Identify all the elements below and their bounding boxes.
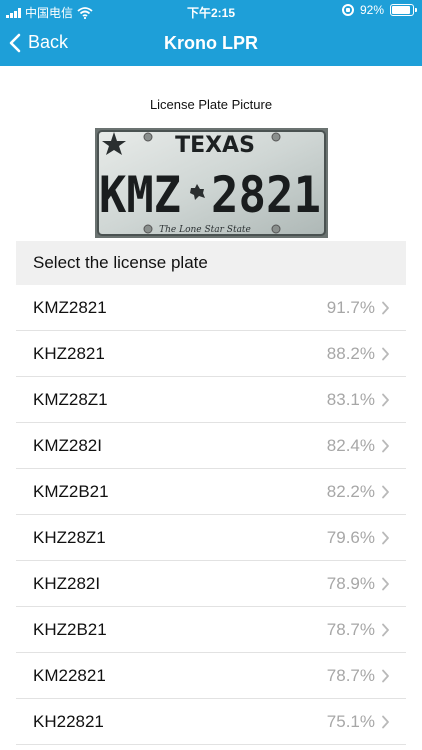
confidence-value: 78.7% — [326, 665, 375, 685]
confidence-value: 88.2% — [326, 343, 375, 363]
list-item[interactable]: KMZ2B21 82.2% — [16, 469, 406, 515]
plate-candidate: KMZ2821 — [33, 297, 107, 317]
plate-candidate: KH22821 — [33, 711, 104, 731]
battery-percent: 92% — [359, 3, 384, 17]
list-rows: KMZ2821 91.7% KHZ2821 88.2% KMZ28Z1 83.1… — [16, 285, 406, 745]
confidence-value: 82.4% — [326, 435, 375, 455]
chevron-right-icon — [382, 577, 389, 590]
chevron-right-icon — [382, 439, 389, 452]
chevron-right-icon — [382, 623, 389, 636]
list-item[interactable]: KHZ2821 88.2% — [16, 331, 406, 377]
chevron-right-icon — [382, 669, 389, 682]
chevron-right-icon — [382, 531, 389, 544]
chevron-right-icon — [382, 393, 389, 406]
chevron-right-icon — [382, 301, 389, 314]
list-item[interactable]: KHZ2B21 78.7% — [16, 607, 406, 653]
plate-text-right: 2821 — [211, 166, 321, 224]
plate-candidate: KMZ282I — [33, 435, 102, 455]
chevron-right-icon — [382, 485, 389, 498]
confidence-value: 79.6% — [326, 527, 375, 547]
list-item[interactable]: KHZ282I 78.9% — [16, 561, 406, 607]
chevron-right-icon — [382, 347, 389, 360]
list-item[interactable]: KM22821 78.7% — [16, 653, 406, 699]
list-item[interactable]: KHZ28Z1 79.6% — [16, 515, 406, 561]
list-header: Select the license plate — [16, 241, 406, 285]
plate-candidate: KHZ28Z1 — [33, 527, 106, 547]
confidence-value: 91.7% — [326, 297, 375, 317]
navigation-bar: Back Krono LPR — [0, 22, 422, 66]
confidence-value: 83.1% — [326, 389, 375, 409]
plate-candidate: KM22821 — [33, 665, 106, 685]
chevron-right-icon — [382, 715, 389, 728]
confidence-value: 75.1% — [326, 711, 375, 731]
status-bar: 中国电信 下午2:15 92% — [0, 0, 422, 22]
plate-candidate: KHZ2821 — [33, 343, 105, 363]
list-item[interactable]: KMZ282I 82.4% — [16, 423, 406, 469]
list-item[interactable]: KH22821 75.1% — [16, 699, 406, 745]
plate-candidate: KHZ282I — [33, 573, 101, 593]
rotation-lock-icon — [341, 4, 354, 16]
plate-text-left: KMZ — [99, 166, 181, 224]
app-header: 中国电信 下午2:15 92% Back Krono LPR — [0, 0, 422, 66]
plate-slogan: The Lone Star State — [159, 225, 251, 235]
plate-state-text: TEXAS — [175, 133, 255, 158]
plate-candidate-list: Select the license plate KMZ2821 91.7% K… — [16, 241, 406, 745]
confidence-value: 82.2% — [326, 481, 375, 501]
confidence-value: 78.7% — [326, 619, 375, 639]
plate-candidate: KMZ28Z1 — [33, 389, 108, 409]
plate-candidate: KHZ2B21 — [33, 619, 107, 639]
status-right: 92% — [341, 3, 417, 17]
battery-icon — [390, 4, 417, 16]
license-plate-image: TEXAS KMZ 2821 The Lone Star State — [95, 128, 328, 238]
list-item[interactable]: KMZ2821 91.7% — [16, 285, 406, 331]
page-title: Krono LPR — [164, 33, 258, 53]
confidence-value: 78.9% — [326, 573, 375, 593]
picture-label: License Plate Picture — [149, 97, 273, 112]
list-item[interactable]: KMZ28Z1 83.1% — [16, 377, 406, 423]
plate-candidate: KMZ2B21 — [33, 481, 109, 501]
battery-fill — [392, 6, 411, 14]
